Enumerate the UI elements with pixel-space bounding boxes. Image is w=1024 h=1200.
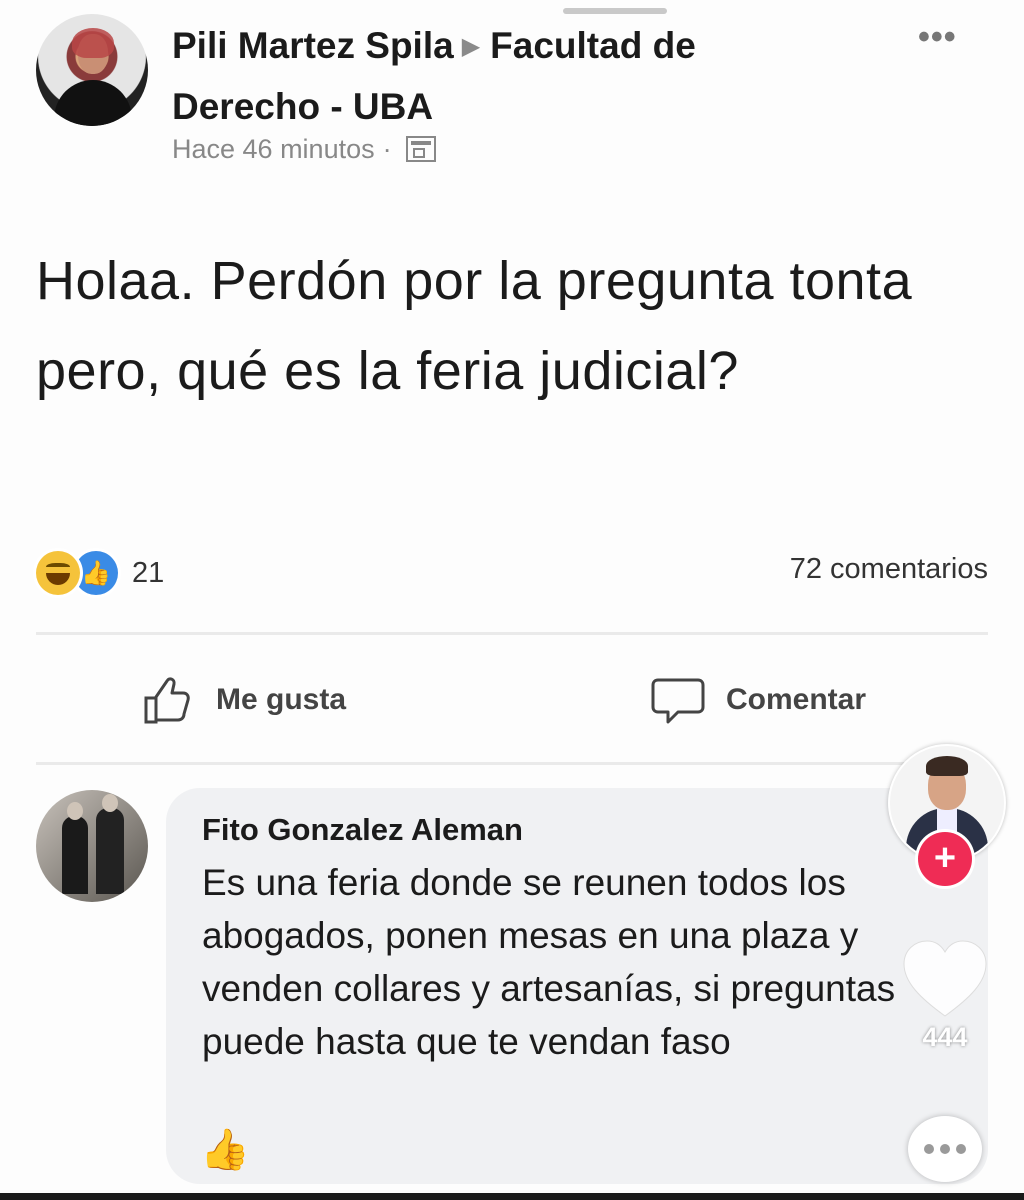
like-button-label: Me gusta (216, 683, 347, 716)
post-header: Pili Martez Spila ▶ Facultad de Derecho - … (172, 18, 812, 135)
bottom-bar (0, 1193, 1024, 1200)
comment-text: Es una feria donde se reunen todos los a… (202, 862, 896, 1062)
reaction-count: 21 (132, 556, 165, 589)
post-text: Holaa. Perdón por la pregunta tonta pero… (36, 251, 913, 401)
thumbs-up-emoji-icon: 👍 (200, 1128, 250, 1172)
author-avatar[interactable] (36, 14, 148, 126)
post-meta: Hace 46 minutos · (172, 134, 436, 165)
separator-dot: · (382, 134, 392, 164)
post-time[interactable]: Hace 46 minutos (172, 134, 375, 164)
more-options-icon[interactable]: ••• (918, 18, 957, 57)
thumbs-up-outline-icon (144, 677, 190, 724)
like-count: 444 (922, 1022, 968, 1052)
like-reaction-icon: 👍 (74, 551, 118, 595)
commenter-avatar[interactable] (36, 790, 148, 902)
author-name[interactable]: Pili Martez Spila (172, 25, 454, 66)
comment-button-label: Comentar (726, 683, 867, 716)
heart-icon[interactable] (900, 938, 990, 1022)
group-page-icon (405, 135, 436, 162)
like-button[interactable]: Me gusta (140, 670, 346, 730)
ellipsis-bubble-icon[interactable] (908, 1116, 982, 1182)
reactions-summary[interactable]: 👍 21 (36, 550, 164, 596)
haha-reaction-icon (36, 551, 80, 595)
divider (36, 762, 988, 765)
status-bar-indicator (563, 8, 667, 14)
comment-author[interactable]: Fito Gonzalez Aleman (202, 812, 523, 848)
follow-button[interactable]: + (918, 832, 972, 886)
comments-count[interactable]: 72 comentarios (790, 553, 988, 586)
triangle-right-icon: ▶ (461, 33, 481, 60)
comment-button[interactable]: Comentar (650, 670, 866, 730)
speech-bubble-icon (651, 678, 705, 724)
divider (36, 632, 988, 635)
